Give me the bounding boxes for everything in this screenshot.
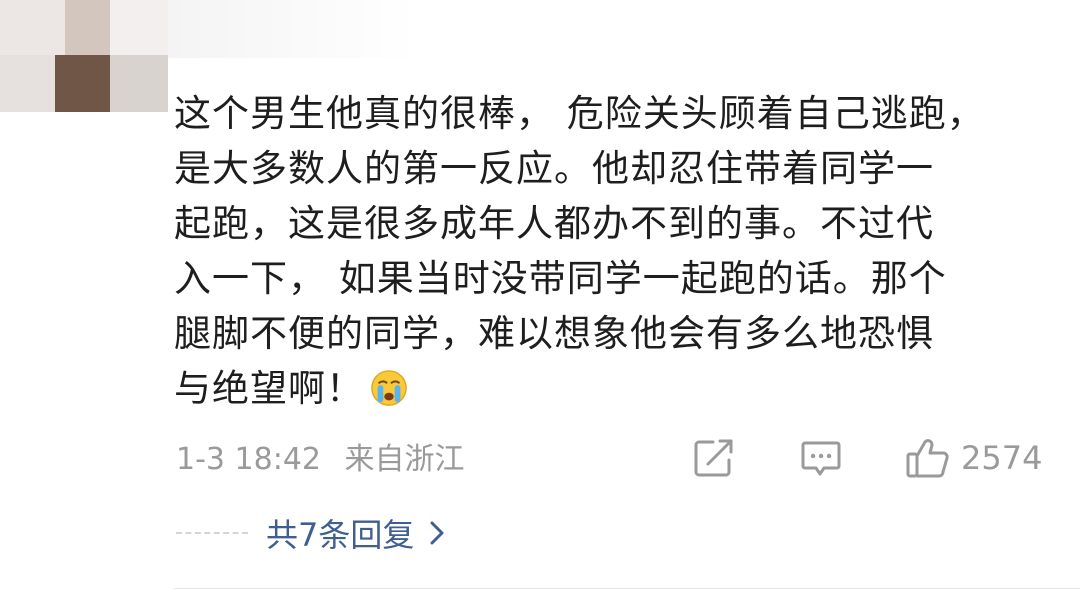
share-button[interactable] [693, 436, 735, 480]
view-replies-link[interactable]: 共7条回复 [266, 510, 414, 556]
like-count: 2574 [961, 439, 1043, 477]
avatar-pixel [55, 55, 110, 112]
comment-location: 来自浙江 [344, 442, 465, 477]
replies-row: 共7条回复 [176, 508, 444, 558]
avatar-pixel [0, 0, 65, 55]
reply-button[interactable] [800, 436, 842, 480]
comment-text: 这个男生他真的很棒， 危险关头顾着自己逃跑， 是大多数人的第一反应。他却忍住带着… [174, 92, 985, 410]
comment-meta: 1-3 18:42 来自浙江 [176, 440, 479, 480]
avatar-pixel [110, 0, 168, 55]
avatar-pixel [65, 0, 110, 55]
avatar-pixel [0, 55, 55, 112]
divider-dash [176, 532, 248, 534]
comment-body: 这个男生他真的很棒， 危险关头顾着自己逃跑， 是大多数人的第一反应。他却忍住带着… [174, 86, 1054, 416]
chevron-right-icon[interactable] [430, 521, 444, 545]
comment-time: 1-3 18:42 [176, 442, 321, 477]
avatar[interactable] [0, 0, 168, 112]
share-icon [694, 439, 733, 477]
crying-face-emoji-icon [371, 370, 407, 406]
avatar-pixel [110, 55, 168, 112]
username-placeholder [168, 0, 418, 58]
comment-icon [801, 441, 841, 476]
bottom-divider [174, 588, 1080, 589]
like-button[interactable]: 2574 [905, 436, 1042, 480]
thumbs-up-icon [906, 439, 949, 478]
